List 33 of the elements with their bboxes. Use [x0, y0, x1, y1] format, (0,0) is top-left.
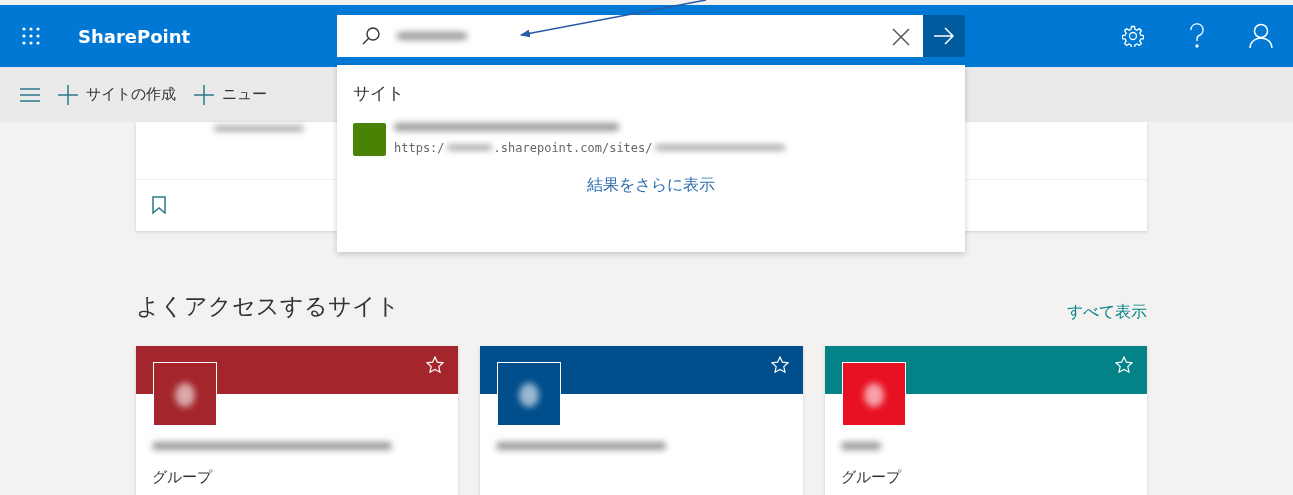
person-icon [1249, 23, 1273, 49]
blurred-text [840, 441, 881, 450]
url-text: .sharepoint.com/sites/ [493, 139, 653, 157]
site-card[interactable] [480, 345, 803, 495]
waffle-icon [21, 26, 41, 46]
url-text: https:/ [394, 139, 445, 157]
blurred-text [397, 32, 467, 40]
help-icon [1189, 23, 1205, 49]
close-icon [891, 26, 911, 47]
arrow-icon [933, 27, 955, 45]
site-type-label: グループ [152, 466, 214, 488]
settings-icon [1122, 25, 1144, 47]
command-button[interactable]: サイトの作成 [58, 83, 176, 106]
site-card[interactable]: グループ [136, 345, 459, 495]
command-button[interactable]: ニュー [194, 83, 267, 106]
star-icon [1115, 356, 1133, 374]
search-submit-button[interactable] [923, 15, 965, 57]
results-heading: サイト [352, 82, 405, 105]
search-field[interactable] [337, 15, 923, 57]
star-icon [426, 356, 445, 374]
show-more-link[interactable]: 結果をさらに表示 [587, 174, 715, 194]
star-icon [770, 356, 789, 374]
site-card[interactable]: グループ [824, 345, 1147, 495]
search-result[interactable]: https:/ .sharepoint.com/sites/ [337, 122, 965, 157]
site-type-label: グループ [840, 466, 903, 488]
section-title: よくアクセスするサイト [136, 292, 400, 321]
see-all-link[interactable]: すべて表示 [1067, 299, 1147, 324]
blurred-text [446, 145, 492, 150]
plus-icon [58, 84, 78, 105]
search-icon [361, 26, 381, 46]
plus-icon [194, 84, 214, 105]
bookmark-icon[interactable] [152, 196, 166, 214]
app-name[interactable]: SharePoint [78, 25, 191, 47]
